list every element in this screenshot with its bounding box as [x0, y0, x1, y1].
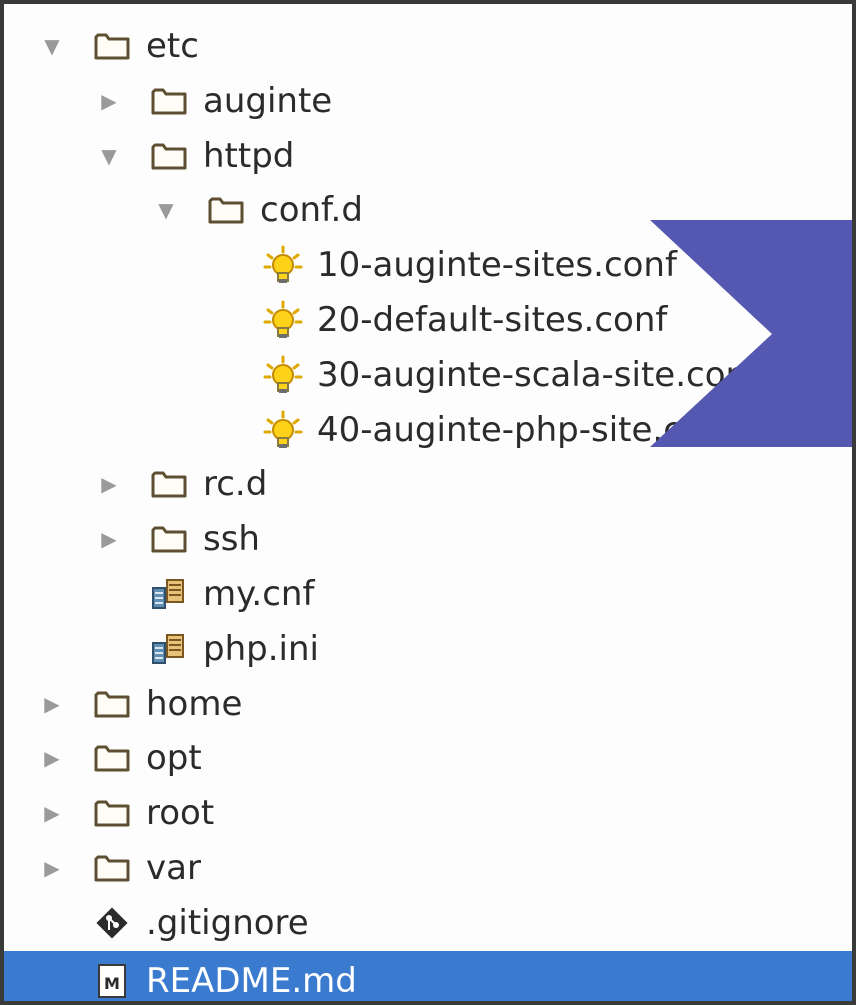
- tree-item-label: root: [146, 793, 215, 834]
- triangle-right-icon[interactable]: ▶: [95, 525, 123, 553]
- tree-item-label: 10-auginte-sites.conf: [317, 245, 677, 286]
- triangle-right-icon[interactable]: ▶: [38, 744, 66, 772]
- folder-icon: [149, 519, 189, 559]
- tree-item-conf-d[interactable]: ▼ conf.d: [4, 183, 852, 237]
- folder-icon: [92, 26, 132, 66]
- tree-item-20-default-sites-conf[interactable]: 20-default-sites.conf: [4, 293, 852, 347]
- lightbulb-icon: [263, 245, 303, 285]
- folder-icon: [149, 464, 189, 504]
- tree-item-root[interactable]: ▶ root: [4, 786, 852, 840]
- tree-item-label: conf.d: [260, 190, 363, 231]
- tree-item-label: my.cnf: [203, 574, 315, 614]
- tree-item-label: php.ini: [203, 628, 319, 669]
- tree-item-home[interactable]: ▶ home: [4, 677, 852, 731]
- tree-item-label: httpd: [203, 135, 295, 176]
- tree-item-rc-d[interactable]: ▶ rc.d: [4, 457, 852, 511]
- triangle-right-icon[interactable]: ▶: [38, 799, 66, 827]
- triangle-right-icon[interactable]: ▶: [95, 87, 123, 115]
- folder-icon: [149, 136, 189, 176]
- tree-item-10-auginte-sites-conf[interactable]: 10-auginte-sites.conf: [4, 238, 852, 292]
- tree-item-label: 20-default-sites.conf: [317, 300, 668, 340]
- tree-item-php-ini[interactable]: php.ini: [4, 622, 852, 676]
- tree-item-label: 30-auginte-scala-site.conf: [317, 354, 760, 395]
- tree-item-label: home: [146, 683, 243, 724]
- file-tree: ▼ etc ▶ auginte ▼ httpd ▼ conf.d 10-auginte-site…: [4, 4, 852, 1001]
- folder-icon: [149, 81, 189, 121]
- tree-item-ssh[interactable]: ▶ ssh: [4, 512, 852, 566]
- tree-item-label: 40-auginte-php-site.conf: [317, 409, 737, 450]
- tree-item-var[interactable]: ▶ var: [4, 841, 852, 895]
- tree-item-auginte[interactable]: ▶ auginte: [4, 74, 852, 128]
- folder-icon: [92, 738, 132, 778]
- folder-icon: [92, 684, 132, 724]
- triangle-down-icon[interactable]: ▼: [95, 142, 123, 170]
- triangle-down-icon[interactable]: ▼: [38, 32, 66, 60]
- tree-item-label: ssh: [203, 519, 260, 560]
- lightbulb-icon: [263, 355, 303, 395]
- git-icon: [92, 903, 132, 943]
- markdown-icon: M: [92, 961, 132, 1001]
- tree-item-my-cnf[interactable]: my.cnf: [4, 567, 852, 621]
- folder-icon: [206, 190, 246, 230]
- tree-item-label: .gitignore: [146, 902, 309, 943]
- folder-icon: [92, 793, 132, 833]
- triangle-right-icon[interactable]: ▶: [38, 690, 66, 718]
- triangle-down-icon[interactable]: ▼: [152, 196, 180, 224]
- triangle-right-icon[interactable]: ▶: [38, 854, 66, 882]
- tree-item-label: var: [146, 848, 201, 888]
- tree-item-label: opt: [146, 738, 202, 779]
- folder-icon: [92, 848, 132, 888]
- tree-item-httpd[interactable]: ▼ httpd: [4, 129, 852, 183]
- tree-item-40-auginte-php-site-conf[interactable]: 40-auginte-php-site.conf: [4, 403, 852, 457]
- tree-item-label: etc: [146, 26, 199, 66]
- triangle-right-icon[interactable]: ▶: [95, 470, 123, 498]
- tree-item-label: rc.d: [203, 464, 268, 505]
- config-file-icon: [149, 574, 189, 614]
- tree-item-gitignore[interactable]: .gitignore: [4, 896, 852, 950]
- tree-item-30-auginte-scala-site-conf[interactable]: 30-auginte-scala-site.conf: [4, 348, 852, 402]
- tree-item-label: auginte: [203, 80, 333, 121]
- tree-item-opt[interactable]: ▶ opt: [4, 731, 852, 785]
- config-file-icon: [149, 629, 189, 669]
- project-tree-panel: ▼ etc ▶ auginte ▼ httpd ▼ conf.d 10-auginte-site…: [0, 0, 856, 1005]
- tree-item-label: README.md: [146, 960, 357, 1001]
- svg-text:M: M: [104, 974, 120, 993]
- lightbulb-icon: [263, 410, 303, 450]
- lightbulb-icon: [263, 300, 303, 340]
- tree-item-readme-md[interactable]: M README.md: [4, 950, 852, 1001]
- tree-item-etc[interactable]: ▼ etc: [4, 19, 852, 73]
